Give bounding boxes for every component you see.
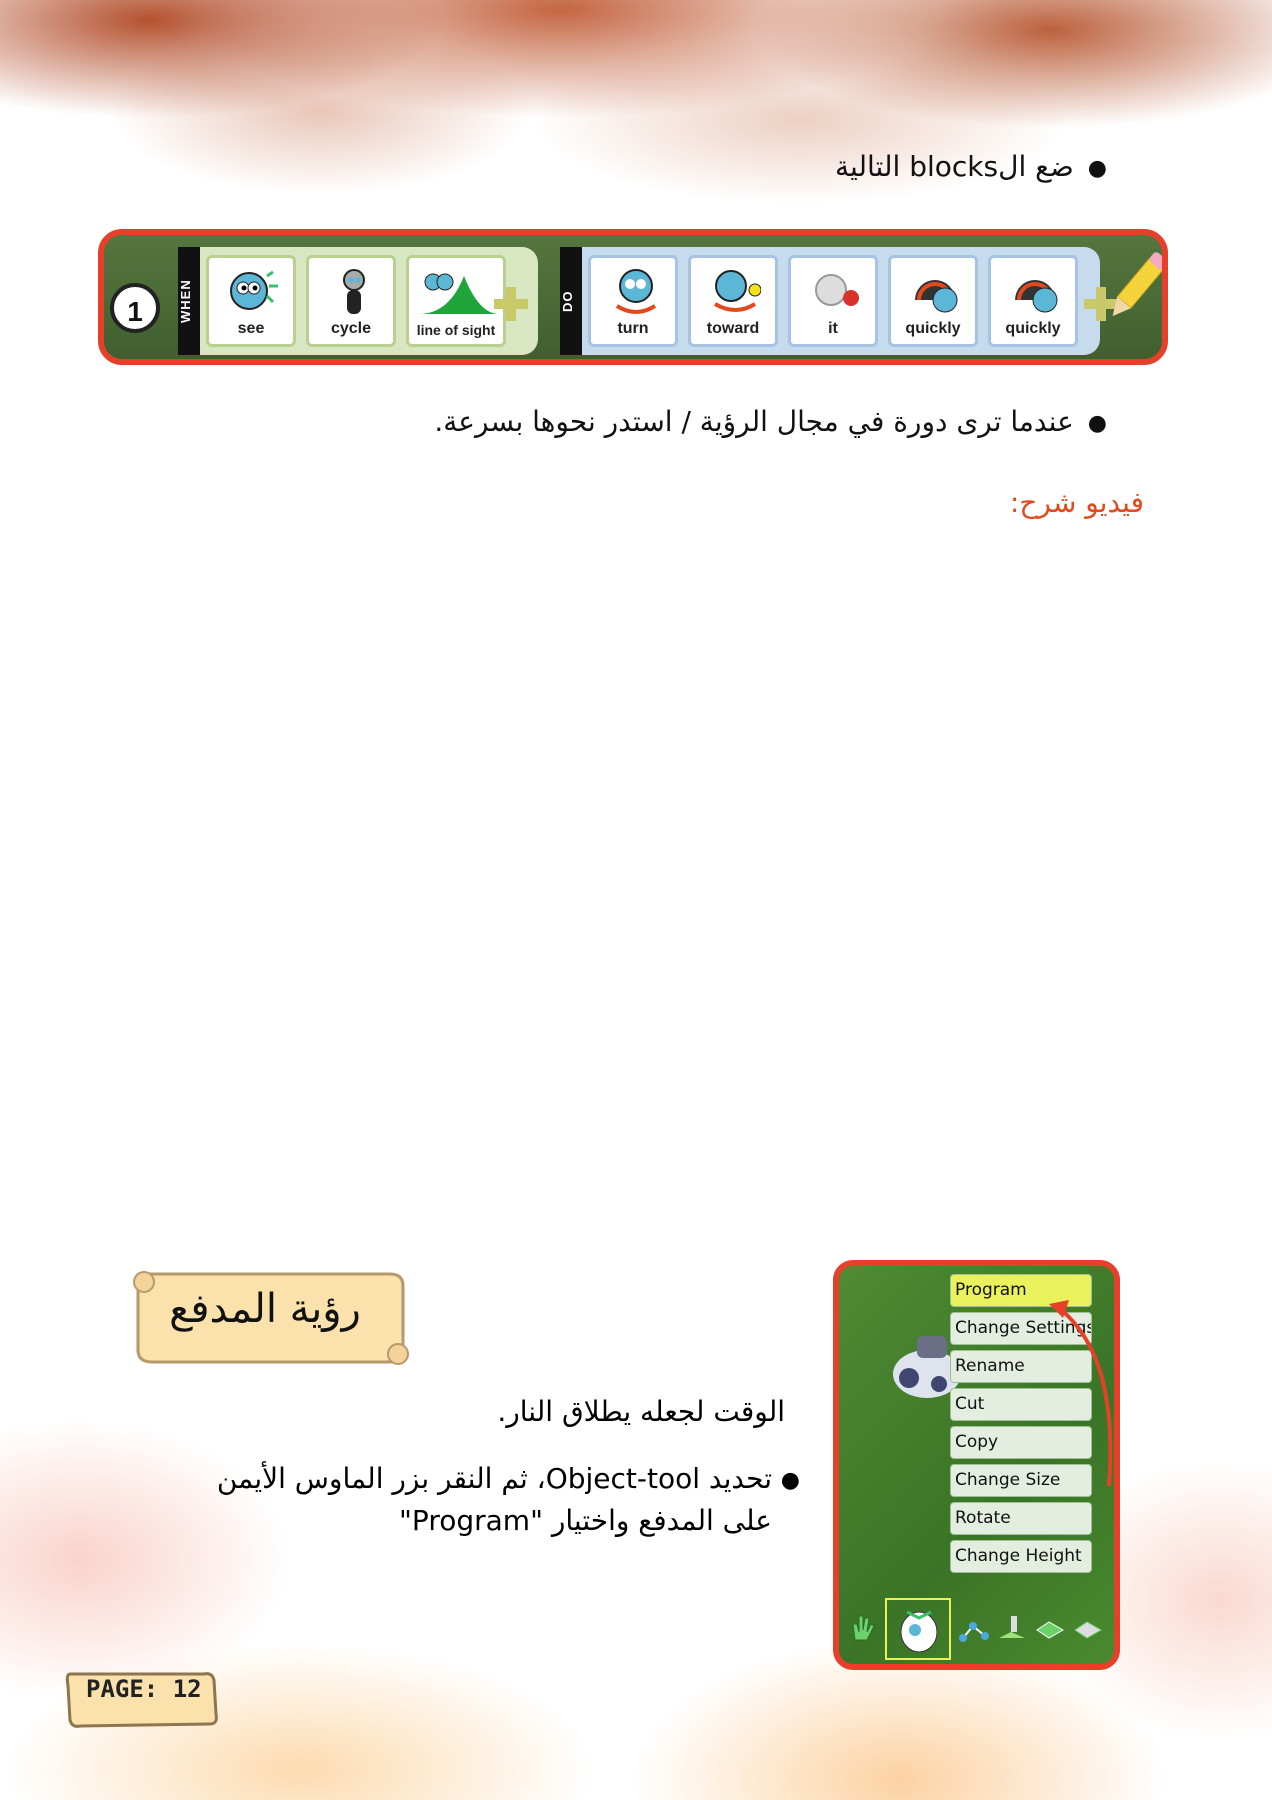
tile-turn[interactable]: turn [588, 255, 678, 347]
tile-toward[interactable]: toward [688, 255, 778, 347]
instruction-bullet-3: ● تحديد Object-tool، ثم النقر بزر الماوس … [216, 1462, 800, 1537]
video-label: فيديو شرح: [1009, 486, 1144, 519]
terrain-raise-icon[interactable] [1035, 1612, 1065, 1642]
kodu-context-menu-screenshot: Program Change Settings Rename Cut Copy … [833, 1260, 1120, 1670]
line-of-sight-icon [419, 273, 499, 314]
turn-icon [615, 269, 657, 314]
eyes-see-icon [230, 270, 278, 310]
kodu-toolbar [839, 1594, 1114, 1664]
tile-cycle[interactable]: cycle [306, 255, 396, 347]
object-tool-selected[interactable] [885, 1598, 951, 1660]
red-arrow-icon [1049, 1300, 1113, 1487]
hand-icon[interactable] [847, 1612, 877, 1642]
header-watercolor [0, 0, 1272, 240]
speedometer-icon [1015, 280, 1058, 313]
do-tag: DO [560, 247, 582, 355]
toward-icon [714, 270, 761, 312]
row-number: 1 [110, 283, 160, 333]
add-when-icon[interactable] [494, 287, 528, 321]
tile-quickly-1[interactable]: quickly [888, 255, 978, 347]
terrain-brush-icon[interactable] [997, 1612, 1027, 1642]
section-title: رؤية المدفع [169, 1286, 361, 1332]
instruction-bullet-2: ●عندما ترى دورة في مجال الرؤية / استدر ن… [434, 405, 1107, 438]
tile-it[interactable]: it [788, 255, 878, 347]
page-number: PAGE: 12 [86, 1675, 202, 1703]
cycle-icon [343, 269, 365, 314]
water-tool-icon[interactable] [1073, 1612, 1103, 1642]
menu-item-rotate[interactable]: Rotate [950, 1502, 1092, 1535]
paragraph-1: الوقت لجعله يطلاق النار. [497, 1395, 785, 1428]
tile-see[interactable]: see [206, 255, 296, 347]
when-panel: WHEN see cycle line of sight [178, 247, 538, 355]
do-panel: DO turn toward it quickly quickly [560, 247, 1118, 355]
it-icon [815, 274, 859, 306]
speedometer-icon [915, 280, 958, 313]
object-tool-icon [900, 1610, 938, 1653]
tile-quickly-2[interactable]: quickly [988, 255, 1078, 347]
tile-line-of-sight[interactable]: line of sight [406, 255, 506, 347]
when-tag: WHEN [178, 247, 200, 355]
bullet-icon: ● [780, 1468, 800, 1493]
kodu-code-row: 1 WHEN see cycle line of sight DO turn t… [98, 229, 1168, 365]
bullet-icon: ● [1087, 410, 1107, 436]
instruction-bullet-1: ●ضع الblocks التالية [835, 150, 1107, 183]
menu-item-change-height[interactable]: Change Height [950, 1540, 1092, 1573]
bullet-icon: ● [1087, 155, 1107, 181]
path-tool-icon[interactable] [959, 1612, 989, 1642]
